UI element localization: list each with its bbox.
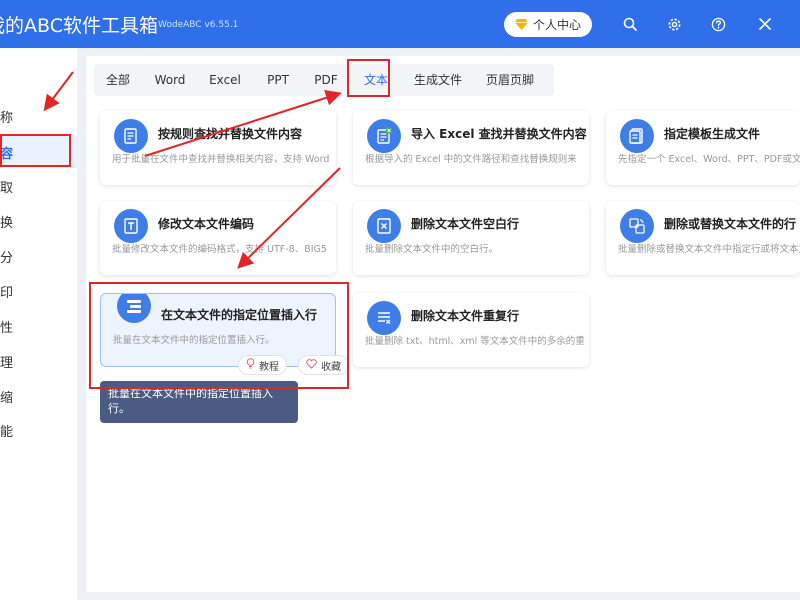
sidebar-item-label: 属性 — [0, 320, 14, 336]
card-description: 批量修改文本文件的编码格式，支持 UTF-8、BIG5 — [112, 244, 327, 255]
tab-word[interactable]: Word — [150, 64, 190, 96]
sidebar-item-label: 提取 — [0, 180, 14, 196]
document-edit-icon — [114, 119, 148, 153]
sidebar-item-compress[interactable]: 压缩 — [0, 380, 77, 412]
card-description: 批量删除或替换文本文件中指定行或将文本文件 — [618, 244, 800, 255]
text-encoding-icon — [114, 209, 148, 243]
sidebar-item-name[interactable]: 名称 — [0, 100, 77, 132]
help-icon[interactable] — [708, 14, 728, 34]
sidebar-item-label: 功能 — [0, 424, 14, 440]
sidebar: 名称 内容 提取 转换 拆分 打印 属性 整理 压缩 功能 — [0, 48, 77, 600]
sidebar-item-label: 名称 — [0, 110, 14, 126]
tab-header-footer[interactable]: 页眉页脚 — [480, 64, 540, 96]
tool-card-delete-duplicate-lines[interactable]: 删除文本文件重复行 批量删除 txt、html、xml 等文本文件中的多余的重复 — [353, 293, 589, 367]
tab-ppt[interactable]: PPT — [262, 64, 294, 96]
card-title: 修改文本文件编码 — [158, 217, 255, 231]
excel-import-icon — [367, 119, 401, 153]
tab-pdf[interactable]: PDF — [310, 64, 342, 96]
delete-blank-icon — [367, 209, 401, 243]
sidebar-item-label: 拆分 — [0, 250, 14, 266]
card-description: 根据导入的 Excel 中的文件路径和查找替换规则来 — [365, 154, 577, 165]
app-version: WodeABC v6.55.1 — [158, 20, 239, 30]
user-center-button[interactable]: 个人中心 — [504, 12, 592, 37]
tool-card-text-encoding[interactable]: 修改文本文件编码 批量修改文本文件的编码格式，支持 UTF-8、BIG5 — [100, 201, 336, 275]
sidebar-item-split[interactable]: 拆分 — [0, 240, 77, 272]
card-description: 用于批量在文件中查找并替换相关内容，支持 Word — [112, 154, 330, 165]
tab-generate-file[interactable]: 生成文件 — [408, 64, 468, 96]
tool-card-delete-blank-lines[interactable]: 删除文本文件空白行 批量删除文本文件中的空白行。 — [353, 201, 589, 275]
card-description: 先指定一个 Excel、Word、PPT、PDF或文本 — [618, 154, 800, 165]
replace-line-icon — [620, 209, 654, 243]
card-description: 批量删除 txt、html、xml 等文本文件中的多余的重复 — [365, 336, 585, 347]
tool-card-find-replace[interactable]: 按规则查找并替换文件内容 用于批量在文件中查找并替换相关内容，支持 Word — [100, 111, 336, 185]
search-icon[interactable] — [620, 14, 640, 34]
card-title: 删除文本文件重复行 — [411, 309, 520, 323]
tab-excel[interactable]: Excel — [204, 64, 246, 96]
sidebar-item-extract[interactable]: 提取 — [0, 170, 77, 202]
sidebar-item-label: 整理 — [0, 355, 14, 371]
app-title: 我的ABC软件工具箱 — [0, 15, 158, 37]
tab-all[interactable]: 全部 — [98, 64, 138, 96]
app-header: 我的ABC软件工具箱 WodeABC v6.55.1 个人中心 — [0, 0, 800, 48]
sidebar-item-print[interactable]: 打印 — [0, 275, 77, 307]
annotation-box-tab — [347, 59, 390, 97]
card-title: 指定模板生成文件 — [664, 127, 761, 141]
sidebar-item-label: 转换 — [0, 215, 14, 231]
sidebar-item-label: 压缩 — [0, 390, 14, 406]
tool-card-excel-find-replace[interactable]: 导入 Excel 查找并替换文件内容 根据导入的 Excel 中的文件路径和查找… — [353, 111, 589, 185]
template-icon — [620, 119, 654, 153]
delete-duplicate-icon — [367, 301, 401, 335]
card-title: 导入 Excel 查找并替换文件内容 — [411, 127, 587, 141]
annotation-box-card — [89, 282, 349, 389]
card-title: 删除或替换文本文件的行 — [664, 217, 797, 231]
sidebar-item-convert[interactable]: 转换 — [0, 205, 77, 237]
tool-card-delete-replace-lines[interactable]: 删除或替换文本文件的行 批量删除或替换文本文件中指定行或将文本文件 — [606, 201, 800, 275]
tab-bar: 全部 Word Excel PPT PDF 文本 生成文件 页眉页脚 — [94, 64, 554, 96]
vip-diamond-icon — [514, 19, 528, 30]
sidebar-item-functions[interactable]: 功能 — [0, 414, 77, 446]
card-title: 按规则查找并替换文件内容 — [158, 127, 303, 141]
annotation-box-sidebar — [0, 134, 71, 167]
card-description: 批量删除文本文件中的空白行。 — [365, 244, 499, 255]
sidebar-item-label: 打印 — [0, 285, 14, 301]
sidebar-item-organize[interactable]: 整理 — [0, 345, 77, 377]
user-center-label: 个人中心 — [532, 18, 581, 32]
tool-card-template-generate[interactable]: 指定模板生成文件 先指定一个 Excel、Word、PPT、PDF或文本 — [606, 111, 800, 185]
close-icon[interactable] — [755, 14, 775, 34]
sidebar-item-properties[interactable]: 属性 — [0, 310, 77, 342]
gear-icon[interactable] — [664, 14, 684, 34]
card-title: 删除文本文件空白行 — [411, 217, 520, 231]
